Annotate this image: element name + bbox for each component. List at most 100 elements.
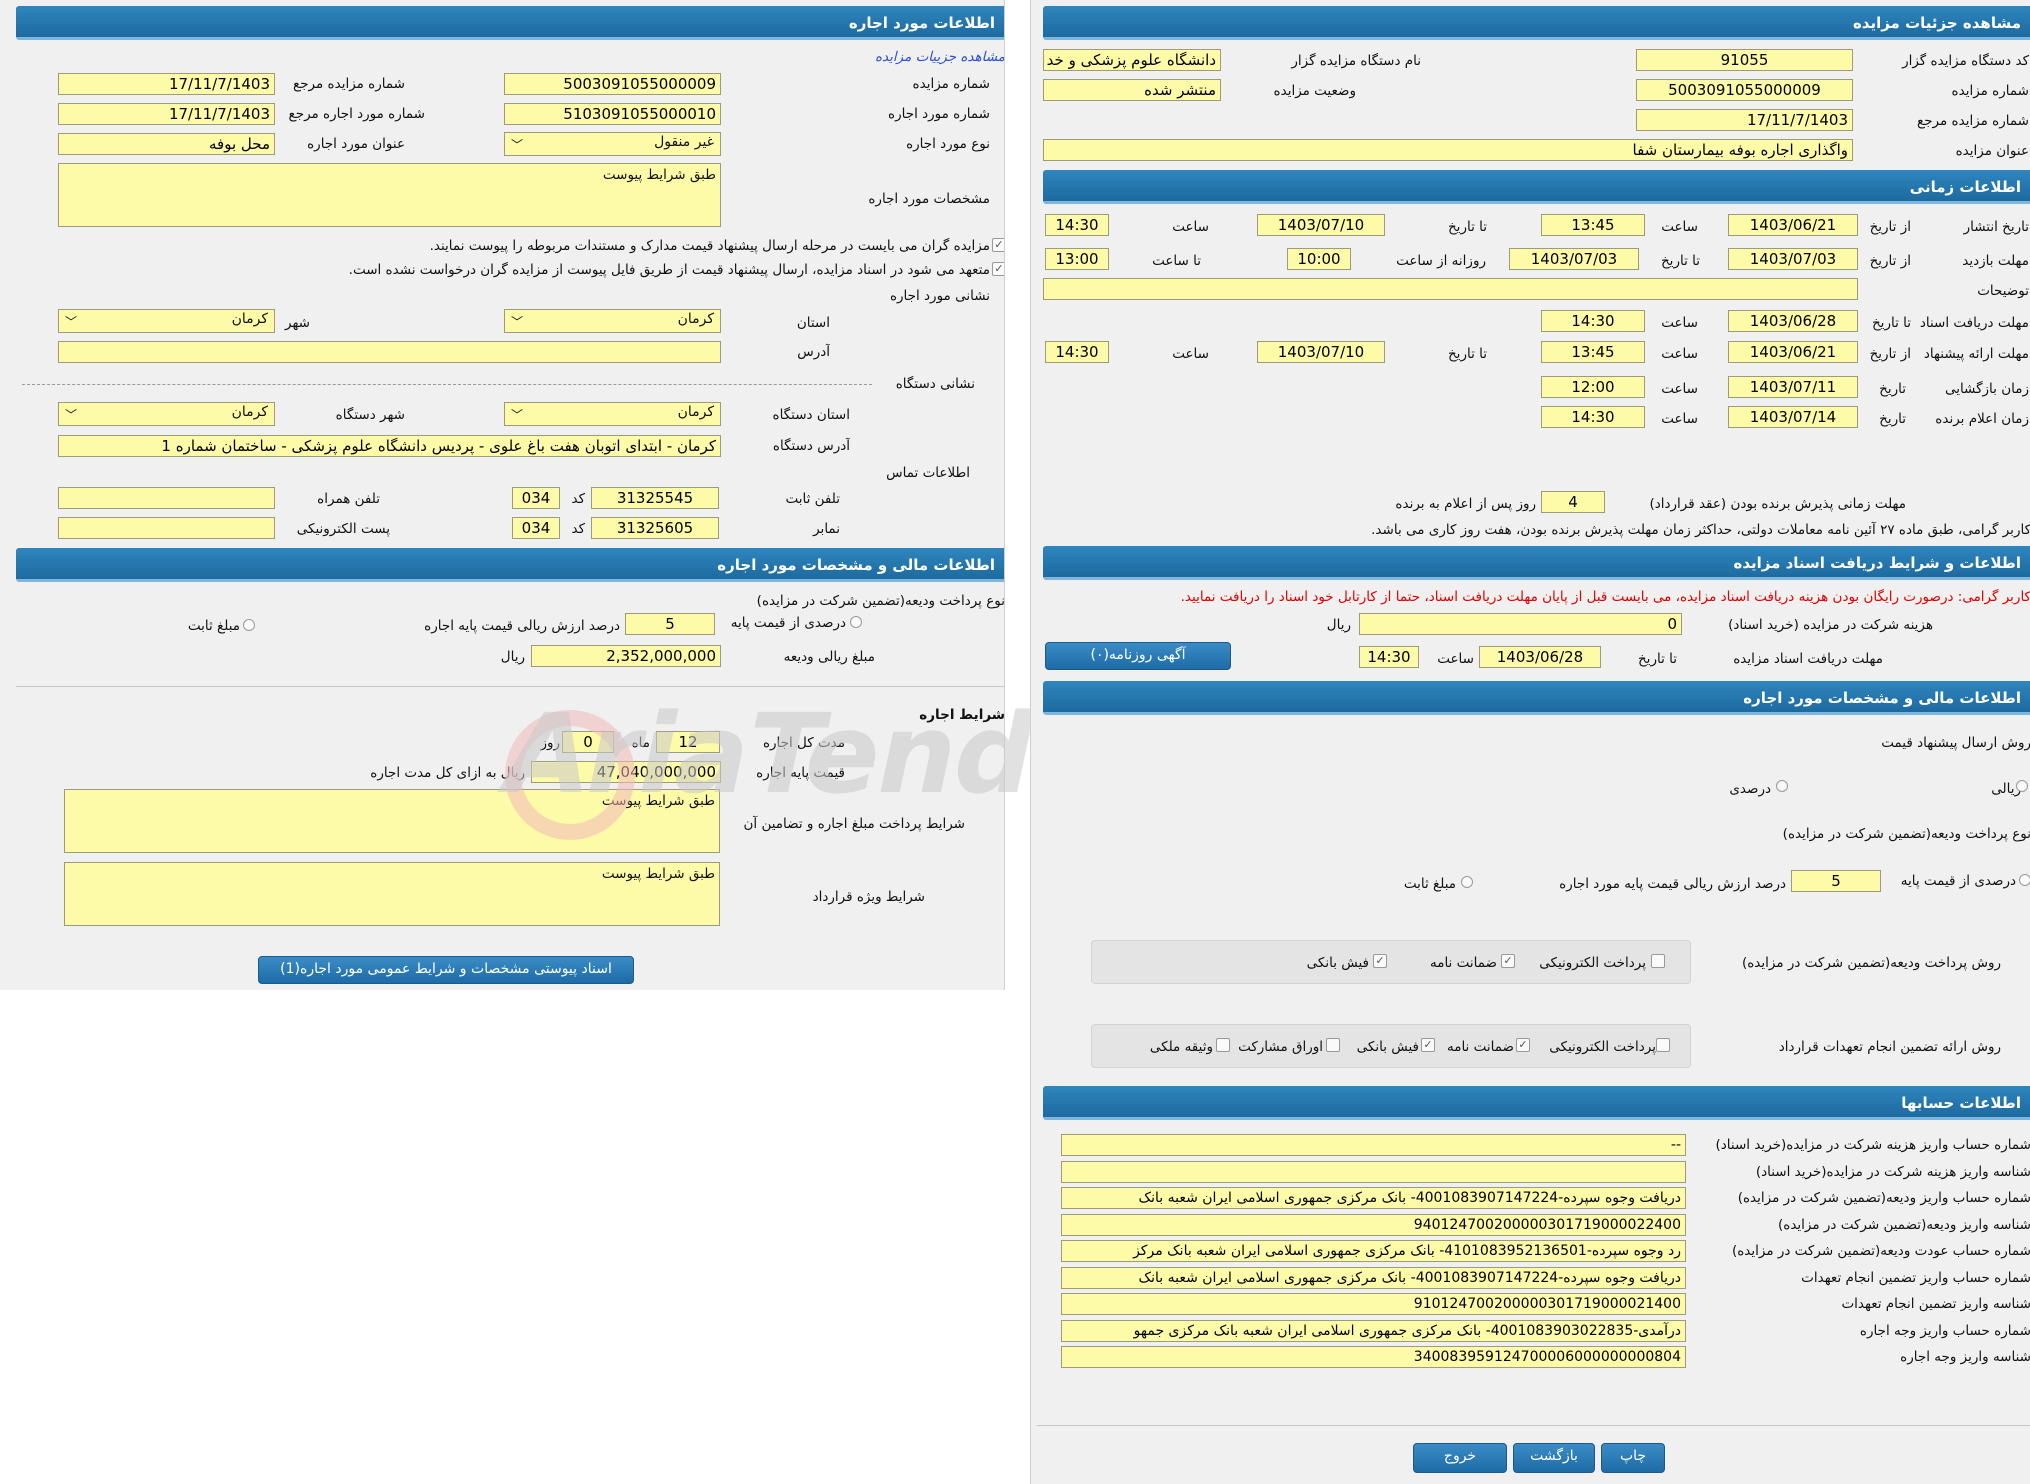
offer-to-hour[interactable]: 14:30 [1045, 341, 1109, 363]
account-row-value[interactable]: 940124700200000301719000022400 [1061, 1213, 1686, 1236]
org-code-field[interactable]: 91055 [1636, 49, 1853, 71]
province-select[interactable]: کرمان ﹀ [504, 309, 721, 333]
account-row-label: شماره حساب واریز هزینه شرکت در مزایده(خر… [1715, 1137, 2030, 1153]
guarantee-checkbox[interactable]: ✓ [1501, 954, 1515, 968]
attached-docs-button[interactable]: اسناد پیوستی مشخصات و شرایط عمومی مورد ا… [258, 956, 634, 984]
docs-required-checkbox[interactable]: ✓ [992, 238, 1004, 252]
device-address-field[interactable]: کرمان - ابتدای اتوبان هفت باغ علوی - پرد… [58, 435, 721, 457]
auction-no-field[interactable]: 5003091055000009 [1636, 79, 1853, 101]
deposit-amount-field[interactable]: 2,352,000,000 [531, 645, 721, 667]
fax-field[interactable]: 31325605 [591, 517, 719, 539]
percent-base-field[interactable]: 5 [1791, 870, 1881, 892]
notes-field[interactable] [1043, 278, 1858, 300]
fax-code-field[interactable]: 034 [512, 517, 560, 539]
publish-to-date[interactable]: 1403/07/10 [1257, 214, 1385, 236]
account-row-value[interactable]: دریافت وجوه سپرده-4001083907147224- بانک… [1061, 1266, 1686, 1289]
account-row-value[interactable]: رد وجوه سپرده-4101083952136501- بانک مرک… [1061, 1240, 1686, 1262]
org-name-field[interactable]: دانشگاه علوم پزشکی و خد [1043, 49, 1221, 71]
percent-field[interactable]: 5 [625, 613, 715, 635]
auction-title-label: عنوان مزایده [1955, 143, 2029, 159]
back-button[interactable]: بازگشت [1513, 1443, 1595, 1473]
fee-field[interactable]: 0 [1359, 613, 1682, 635]
item-spec-area[interactable]: طبق شرایط پیوست [58, 163, 721, 227]
account-row-value[interactable] [1061, 1160, 1686, 1183]
fixed-amount-radio[interactable] [243, 619, 255, 631]
account-row-label: شماره حساب عودت ودیعه(تضمین شرکت در مزای… [1731, 1243, 2030, 1259]
address-field[interactable] [58, 341, 721, 363]
docs-required-text: مزایده گران می بایست در مرحله ارسال پیشن… [429, 238, 990, 254]
phone-code-field[interactable]: 034 [512, 487, 560, 509]
doc-to-date[interactable]: 1403/06/28 [1728, 310, 1858, 332]
offer-from-date[interactable]: 1403/06/21 [1728, 341, 1858, 363]
account-row-value[interactable]: 340083959124700006000000000804 [1061, 1346, 1686, 1368]
status-field[interactable]: منتشر شده [1043, 79, 1221, 101]
device-city-select[interactable]: کرمان ﹀ [58, 402, 275, 426]
offer-to-date[interactable]: 1403/07/10 [1257, 341, 1385, 363]
offer-to-label: تا تاریخ [1447, 346, 1487, 362]
contract-receipt-checkbox[interactable]: ✓ [1421, 1038, 1435, 1052]
device-province-select[interactable]: کرمان ﹀ [504, 402, 721, 426]
shares-checkbox[interactable] [1326, 1038, 1340, 1052]
print-button[interactable]: چاپ [1601, 1443, 1665, 1473]
contract-guarantee-checkbox[interactable]: ✓ [1516, 1038, 1530, 1052]
percent-base-radio[interactable] [2019, 874, 2030, 886]
rial-option-radio[interactable] [2016, 780, 2028, 792]
exit-button[interactable]: خروج [1413, 1443, 1507, 1473]
auction-title-field[interactable]: واگذاری اجاره بوفه بیمارستان شفا [1043, 139, 1853, 161]
visit-to-hour[interactable]: 13:00 [1045, 248, 1109, 270]
publish-from-date[interactable]: 1403/06/21 [1728, 214, 1858, 236]
epay-checkbox[interactable] [1651, 954, 1665, 968]
item-no-field[interactable]: 5103091055000010 [504, 103, 721, 125]
accept-deadline-field[interactable]: 4 [1541, 491, 1605, 513]
org-code-label: کد دستگاه مزایده گزار [1902, 53, 2029, 69]
visit-from-date[interactable]: 1403/07/03 [1728, 248, 1858, 270]
doc-to-hour[interactable]: 14:30 [1541, 310, 1645, 332]
account-row-value[interactable]: دریافت وجوه سپرده-4001083907147224- بانک… [1061, 1187, 1686, 1209]
fixed-amount-label: مبلغ ثابت [187, 618, 240, 634]
account-row-value[interactable]: -- [1061, 1134, 1686, 1156]
item-type-select[interactable]: غیر منقول ﹀ [504, 132, 721, 156]
receipt-checkbox[interactable]: ✓ [1373, 954, 1387, 968]
ref-no-field[interactable]: 17/11/7/1403 [1636, 109, 1853, 131]
doc-deadline2-date[interactable]: 1403/06/28 [1479, 646, 1601, 668]
percent-base-desc: درصد ارزش ریالی قیمت پایه مورد اجاره [1559, 876, 1786, 892]
publish-to-hour[interactable]: 14:30 [1045, 214, 1109, 236]
visit-daily-hour[interactable]: 10:00 [1287, 248, 1351, 270]
province-label: استان [796, 315, 830, 331]
newspaper-ad-button[interactable]: آگهی روزنامه(۰) [1045, 642, 1231, 670]
email-field[interactable] [58, 517, 275, 539]
doc-deadline2-hour[interactable]: 14:30 [1359, 646, 1419, 668]
no-attachment-checkbox[interactable]: ✓ [992, 262, 1004, 276]
fixed-amount-radio[interactable] [1461, 876, 1473, 888]
phone-field[interactable]: 31325545 [591, 487, 719, 509]
percent-radio[interactable] [850, 616, 862, 628]
opening-date[interactable]: 1403/07/11 [1728, 376, 1858, 398]
guarantee-label: ضمانت نامه [1429, 955, 1497, 971]
offer-from-hour[interactable]: 13:45 [1541, 341, 1645, 363]
view-auction-details-link[interactable]: مشاهده جزییات مزایده [820, 48, 1004, 66]
account-row-label: شماره حساب واریز وجه اجاره [1859, 1322, 2030, 1339]
item-title-field[interactable]: محل بوفه [58, 133, 275, 155]
device-province-value: کرمان [677, 404, 714, 420]
org-name-label: نام دستگاه مزایده گزار [1291, 53, 1421, 69]
special-terms-area[interactable]: طبق شرایط پیوست [64, 862, 720, 926]
ref-no-field[interactable]: 17/11/7/1403 [58, 73, 275, 95]
property-checkbox[interactable] [1216, 1038, 1230, 1052]
special-terms-label: شرایط ویژه قرارداد [812, 889, 925, 905]
contract-epay-checkbox[interactable] [1656, 1038, 1670, 1052]
winner-date[interactable]: 1403/07/14 [1728, 406, 1858, 428]
contract-receipt-label: فیش بانکی [1356, 1039, 1419, 1055]
item-ref-field[interactable]: 17/11/7/1403 [58, 103, 275, 125]
offer-to-hour-label: ساعت [1172, 346, 1209, 362]
visit-to-date[interactable]: 1403/07/03 [1509, 248, 1639, 270]
percent-option-radio[interactable] [1776, 780, 1788, 792]
account-row-value[interactable]: 910124700200000301719000021400 [1061, 1293, 1686, 1315]
winner-hour[interactable]: 14:30 [1541, 406, 1645, 428]
mobile-field[interactable] [58, 487, 275, 509]
city-select[interactable]: کرمان ﹀ [58, 309, 275, 333]
auction-no-field[interactable]: 5003091055000009 [504, 73, 721, 95]
time-info-header: اطلاعات زمانی [1043, 170, 2030, 204]
publish-from-hour[interactable]: 13:45 [1541, 214, 1645, 236]
opening-hour[interactable]: 12:00 [1541, 376, 1645, 398]
account-row-value[interactable]: درآمدی-4001083903022835- بانک مرکزی جمهو… [1061, 1319, 1686, 1342]
